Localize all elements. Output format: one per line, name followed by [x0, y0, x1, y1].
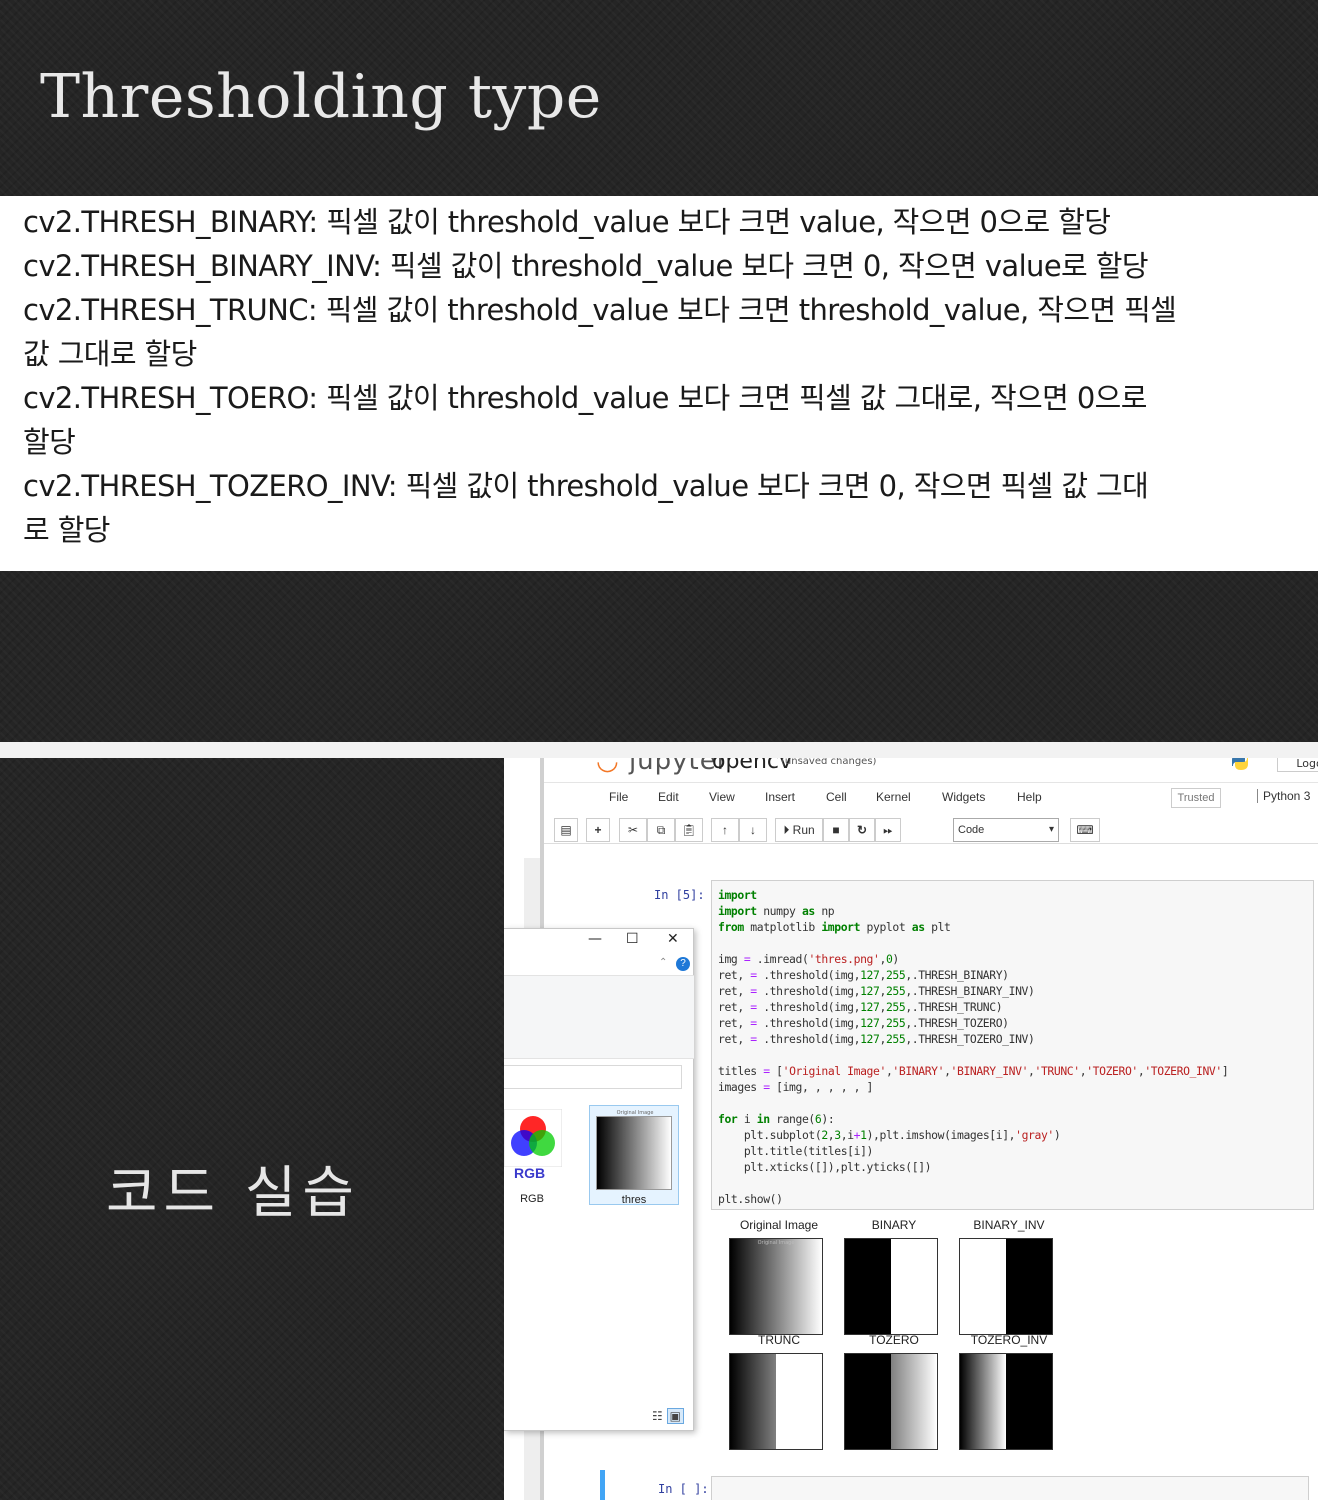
minimize-icon[interactable]: —	[588, 931, 602, 947]
slide-text-box: cv2.THRESH_BINARY: 픽셀 값이 threshold_value…	[0, 196, 1318, 571]
slide-title: Thresholding type	[40, 62, 602, 132]
menu-edit[interactable]: Edit	[658, 790, 679, 804]
text-line-binary: cv2.THRESH_BINARY: 픽셀 값이 threshold_value…	[23, 205, 1111, 239]
restart-icon[interactable]: ↻	[849, 818, 875, 842]
output-title: TOZERO_INV	[970, 1333, 1048, 1347]
output-title: BINARY_INV	[973, 1218, 1045, 1232]
file-name: thres	[621, 1194, 647, 1206]
slide-code-practice: 코드 실습 ◡ jupyter opencv (unsaved changes)…	[0, 758, 1318, 1500]
output-title: TRUNC	[758, 1333, 800, 1347]
screenshot-area: ◡ jupyter opencv (unsaved changes) Logou…	[504, 758, 1318, 1500]
python-logo-icon	[1232, 758, 1248, 770]
file-name: RGB	[520, 1193, 544, 1205]
output-image-binary	[844, 1238, 938, 1335]
empty-code-cell-input[interactable]	[711, 1476, 1309, 1500]
address-bar[interactable]	[504, 1065, 682, 1089]
details-view-icon[interactable]: ☷	[652, 1409, 663, 1423]
menu-view[interactable]: View	[709, 790, 735, 804]
jupyter-logo[interactable]: ◡ jupyter	[596, 758, 728, 776]
text-line-tozero: cv2.THRESH_TOERO: 픽셀 값이 threshold_value …	[23, 381, 1147, 415]
run-icon: ⏵	[783, 823, 790, 837]
copy-icon[interactable]: ⧉	[647, 818, 675, 842]
output-image-binary-inv	[959, 1238, 1053, 1335]
jupyter-header: ◡ jupyter opencv (unsaved changes) Logou…	[544, 758, 1318, 782]
thres-thumbnail	[596, 1116, 672, 1190]
run-button[interactable]: ⏵ Run	[775, 818, 823, 842]
output-title: TOZERO	[869, 1333, 919, 1347]
menu-widgets[interactable]: Widgets	[942, 790, 985, 804]
rgb-icon-label: RGB	[514, 1165, 546, 1181]
ribbon-area	[504, 975, 694, 1059]
paste-icon[interactable]: 📋︎	[675, 818, 703, 842]
view-toggle[interactable]: ☷ ▣	[652, 1408, 684, 1424]
menu-help[interactable]: Help	[1017, 790, 1042, 804]
kernel-indicator: Python 3	[1257, 789, 1310, 803]
slide-dark-panel: 코드 실습	[0, 758, 504, 1500]
menu-cell[interactable]: Cell	[826, 790, 847, 804]
unsaved-indicator: (unsaved changes)	[781, 758, 877, 767]
output-image-tozero	[844, 1353, 938, 1450]
text-line-tozero-inv: cv2.THRESH_TOZERO_INV: 픽셀 값이 threshold_v…	[23, 469, 1149, 503]
move-up-icon[interactable]: ↑	[711, 818, 739, 842]
menu-insert[interactable]: Insert	[765, 790, 795, 804]
trusted-indicator[interactable]: Trusted	[1171, 788, 1221, 808]
keyboard-icon[interactable]: ⌨	[1070, 818, 1100, 842]
chevron-down-icon: ▾	[1048, 824, 1054, 835]
output-title: BINARY	[871, 1218, 917, 1232]
close-icon[interactable]: ✕	[667, 931, 679, 947]
rgb-file-icon	[504, 1109, 562, 1167]
code-text: import import numpy as np from matplotli…	[718, 888, 1229, 1206]
text-line-trunc: cv2.THRESH_TRUNC: 픽셀 값이 threshold_value …	[23, 293, 1177, 327]
menu-file[interactable]: File	[609, 790, 628, 804]
notebook-toolbar: ▤ + ✂ ⧉ 📋︎ ↑ ↓ ⏵ Run ■ ↻ ⏩︎ Code ▾ ⌨	[544, 814, 1318, 844]
file-explorer-window: — ☐ ✕ ⌃ ? RGB RGB Original Image thres ☷…	[504, 928, 694, 1431]
cell-prompt: In [5]:	[654, 888, 705, 902]
help-icon[interactable]: ?	[676, 957, 690, 971]
cut-icon[interactable]: ✂	[619, 818, 647, 842]
cell-type-value: Code	[958, 824, 985, 836]
slide-title: 코드 실습	[106, 1161, 360, 1226]
file-item-thres[interactable]: Original Image thres	[589, 1105, 679, 1206]
output-title: Original Image	[739, 1218, 819, 1232]
logout-button[interactable]: Logout	[1277, 758, 1318, 772]
maximize-icon[interactable]: ☐	[626, 931, 639, 947]
output-inner-label: Original Image	[757, 1240, 795, 1246]
output-image-tozero-inv	[959, 1353, 1053, 1450]
run-label: Run	[792, 823, 815, 837]
code-cell-input[interactable]: import import numpy as np from matplotli…	[711, 880, 1314, 1210]
slide-thresholding-type: Thresholding type cv2.THRESH_BINARY: 픽셀 …	[0, 0, 1318, 742]
plot-output: Original Image Original Image BINARY BIN…	[719, 1218, 1059, 1458]
menu-kernel[interactable]: Kernel	[876, 790, 911, 804]
file-item-rgb[interactable]: RGB RGB	[504, 1105, 592, 1205]
output-image-trunc	[729, 1353, 823, 1450]
menu-bar: File Edit View Insert Cell Kernel Widget…	[544, 782, 1318, 812]
stop-icon[interactable]: ■	[823, 818, 849, 842]
cell-type-select[interactable]: Code ▾	[953, 818, 1059, 842]
text-line-tozero-inv-cont: 로 할당	[23, 513, 110, 547]
jupyter-logo-icon: ◡	[596, 758, 620, 776]
text-line-binary-inv: cv2.THRESH_BINARY_INV: 픽셀 값이 threshold_v…	[23, 249, 1149, 283]
insert-cell-icon[interactable]: +	[586, 818, 610, 842]
move-down-icon[interactable]: ↓	[739, 818, 767, 842]
output-image-original: Original Image	[729, 1238, 823, 1335]
fast-forward-icon[interactable]: ⏩︎	[875, 818, 901, 842]
save-icon[interactable]: ▤	[554, 818, 578, 842]
text-line-tozero-cont: 할당	[23, 425, 76, 459]
large-icons-view-icon[interactable]: ▣	[666, 1408, 684, 1424]
text-line-trunc-cont: 값 그대로 할당	[23, 337, 197, 371]
empty-cell-prompt: In [ ]:	[658, 1482, 709, 1496]
slide-separator	[0, 742, 1318, 758]
chevron-up-icon[interactable]: ⌃	[659, 957, 667, 968]
